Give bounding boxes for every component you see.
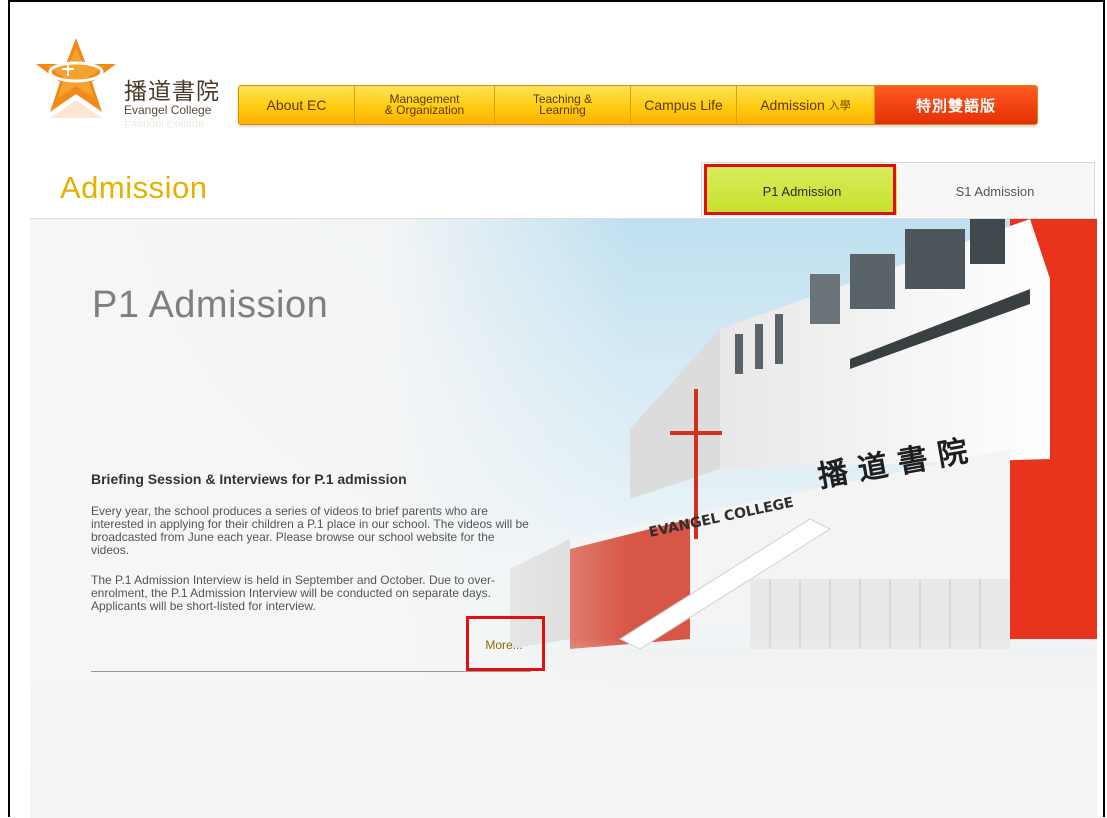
hero-bottom-fade: [30, 639, 1097, 818]
nav-admission[interactable]: Admission 入學: [737, 86, 875, 124]
logo-english-reflection: Evangel College: [124, 118, 205, 130]
logo-english-name: Evangel College: [124, 103, 212, 117]
nav-admission-label: Admission: [760, 97, 825, 113]
nav-about-ec[interactable]: About EC: [239, 86, 355, 124]
hero-banner: EVANGEL COLLEGE 播 道 書 院 P1 Admission Bri…: [30, 218, 1097, 818]
page-title: Admission: [60, 170, 208, 205]
tab-p1-admission[interactable]: P1 Admission: [707, 167, 897, 215]
nav-admission-cn-label: 入學: [828, 100, 851, 112]
main-nav: About EC Management & Organization Teach…: [238, 85, 1038, 125]
tab-p1-label: P1 Admission: [762, 183, 842, 199]
hero-title: P1 Admission: [92, 284, 329, 326]
nav-teaching-label-2: Learning: [539, 103, 586, 117]
nav-about-ec-label: About EC: [266, 97, 327, 113]
nav-campus-life-label: Campus Life: [644, 97, 723, 113]
tab-s1-admission[interactable]: S1 Admission: [897, 167, 1093, 215]
nav-management[interactable]: Management & Organization: [355, 86, 495, 124]
nav-management-label-2: & Organization: [384, 103, 465, 117]
nav-campus-life[interactable]: Campus Life: [631, 86, 737, 124]
more-link[interactable]: More...: [464, 617, 544, 672]
nav-special-label: 特別雙語版: [915, 97, 996, 115]
news-paragraph-2: The P.1 Admission Interview is held in S…: [91, 573, 495, 613]
nav-teaching[interactable]: Teaching & Learning: [495, 86, 631, 124]
nav-special-bilingual[interactable]: 特別雙語版: [875, 86, 1037, 124]
news-heading: Briefing Session & Interviews for P.1 ad…: [91, 471, 407, 487]
news-divider: [91, 671, 531, 672]
logo-chinese-name: 播道書院: [124, 79, 220, 105]
tab-s1-label: S1 Admission: [955, 183, 1035, 199]
news-paragraph-1: Every year, the school produces a series…: [91, 504, 529, 557]
